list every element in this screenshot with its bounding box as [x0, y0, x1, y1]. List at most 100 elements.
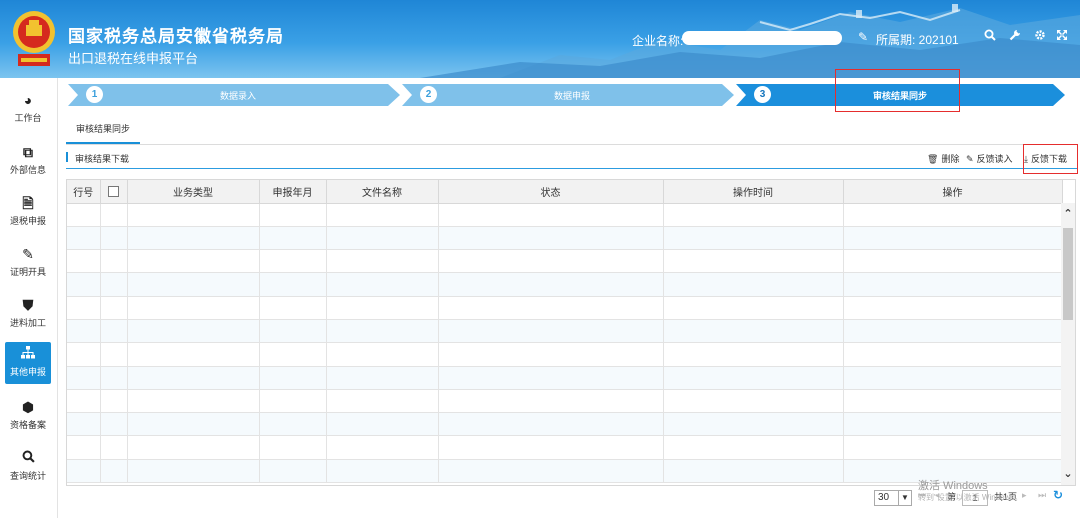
table-cell [326, 459, 439, 484]
table-cell [326, 389, 439, 414]
table-cell [326, 249, 439, 274]
scroll-up-icon[interactable]: ⌃ [1061, 207, 1075, 220]
table-cell [663, 319, 844, 344]
table-row[interactable] [67, 435, 1063, 460]
table-cell [67, 412, 101, 437]
step-data-entry[interactable]: 1 数据录入 [58, 84, 398, 106]
table-row[interactable] [67, 296, 1063, 320]
table-cell [326, 435, 439, 460]
sidebar-item-query-stats[interactable]: 查询统计 [5, 446, 51, 486]
table-cell [100, 272, 128, 297]
edit-icon[interactable]: ✎ [858, 30, 868, 44]
table-cell [663, 459, 844, 484]
wrench-icon[interactable] [1009, 29, 1021, 44]
page-size-select[interactable]: 30 ▼ [874, 490, 912, 506]
table-cell [259, 389, 327, 414]
tax-period-label: 所属期: 202101 [876, 33, 959, 47]
tax-emblem-icon [13, 11, 55, 66]
table-cell [259, 412, 327, 437]
gear-icon[interactable] [1034, 29, 1046, 44]
table-cell [843, 412, 1063, 437]
table-cell [67, 389, 101, 414]
table-cell [259, 366, 327, 390]
next-page-icon[interactable]: ▸ [1022, 490, 1027, 501]
windows-activation-watermark: 激活 Windows [918, 480, 988, 492]
section-title: 审核结果下载 [75, 154, 130, 164]
table-cell [843, 203, 1063, 227]
select-all-checkbox[interactable] [108, 185, 119, 197]
table-body [67, 203, 1063, 484]
table-cell [67, 366, 101, 390]
step-label: 数据申报 [553, 91, 590, 101]
external-info-icon: ⧉ [23, 144, 33, 160]
delete-button[interactable]: 🗑 删除 [927, 152, 959, 165]
table-cell [438, 319, 664, 344]
column-header-declare-month[interactable]: 申报年月 [259, 180, 327, 204]
table-cell [259, 342, 327, 367]
table-cell [100, 435, 128, 460]
sidebar-item-external-info[interactable]: ⧉ 外部信息 [5, 140, 51, 180]
search-icon[interactable] [984, 29, 996, 44]
table-cell [843, 226, 1063, 251]
column-header-operation[interactable]: 操作 [843, 180, 1063, 204]
column-header-select[interactable] [100, 180, 128, 204]
fullscreen-icon[interactable] [1056, 29, 1068, 44]
sidebar-item-tax-refund[interactable]: 🗎 退税申报 [5, 191, 51, 231]
search-icon [5, 450, 51, 466]
result-table: 行号 业务类型 申报年月 文件名称 状态 操作时间 操作 ⌃ ⌄ [66, 179, 1076, 486]
feedback-read-button[interactable]: ✎ 反馈读入 [966, 152, 1013, 165]
table-row[interactable] [67, 342, 1063, 367]
table-cell [663, 272, 844, 297]
table-cell [438, 412, 664, 437]
table-cell [438, 272, 664, 297]
step-number: 2 [420, 86, 437, 103]
table-cell [663, 435, 844, 460]
table-cell [127, 389, 260, 414]
table-row[interactable] [67, 412, 1063, 437]
sidebar-item-qualification[interactable]: ⬢ 资格备案 [5, 395, 51, 435]
column-header-row-number[interactable]: 行号 [67, 180, 101, 204]
sidebar-item-processing[interactable]: ⛊ 进料加工 [5, 293, 51, 333]
column-header-file-name[interactable]: 文件名称 [326, 180, 439, 204]
table-row[interactable] [67, 319, 1063, 344]
tab-divider [66, 144, 1078, 145]
table-cell [100, 366, 128, 390]
refresh-icon[interactable]: ↻ [1053, 488, 1063, 502]
vertical-scrollbar[interactable]: ⌃ ⌄ [1061, 203, 1075, 485]
table-cell [843, 272, 1063, 297]
table-row[interactable] [67, 389, 1063, 414]
scrollbar-thumb[interactable] [1063, 228, 1073, 320]
table-row[interactable] [67, 272, 1063, 297]
last-page-icon[interactable]: ⏭ [1038, 490, 1046, 501]
sidebar-item-certificate[interactable]: ✎ 证明开具 [5, 242, 51, 282]
table-cell [259, 319, 327, 344]
table-cell [67, 319, 101, 344]
table-cell [326, 226, 439, 251]
table-row[interactable] [67, 459, 1063, 484]
table-cell [67, 249, 101, 274]
table-row[interactable] [67, 203, 1063, 227]
column-header-business-type[interactable]: 业务类型 [127, 180, 260, 204]
table-row[interactable] [67, 249, 1063, 274]
scroll-down-icon[interactable]: ⌄ [1061, 467, 1075, 480]
step-data-declare[interactable]: 2 数据申报 [392, 84, 732, 106]
column-header-status[interactable]: 状态 [438, 180, 664, 204]
table-cell [259, 249, 327, 274]
sidebar-item-other-declaration[interactable]: 其他申报 [5, 342, 51, 384]
table-cell [259, 226, 327, 251]
table-cell [438, 459, 664, 484]
table-row[interactable] [67, 366, 1063, 390]
table-cell [438, 203, 664, 227]
company-name-value [682, 31, 842, 45]
table-cell [127, 319, 260, 344]
table-cell [259, 459, 327, 484]
table-cell [259, 272, 327, 297]
table-cell [438, 296, 664, 320]
sidebar-item-workbench[interactable]: ◕ 工作台 [5, 88, 51, 128]
column-header-operation-time[interactable]: 操作时间 [663, 180, 844, 204]
table-cell [663, 412, 844, 437]
tab-review-sync[interactable]: 审核结果同步 [66, 120, 140, 144]
table-cell [127, 203, 260, 227]
table-cell [67, 272, 101, 297]
table-row[interactable] [67, 226, 1063, 251]
